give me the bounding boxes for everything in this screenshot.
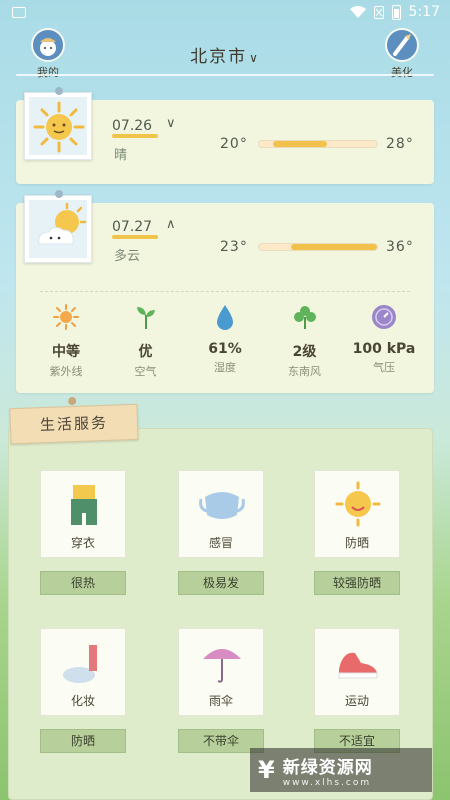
service-tag: 较强防晒 — [314, 571, 400, 595]
beautify-button[interactable]: 美化 — [372, 28, 432, 80]
service-name: 雨伞 — [208, 694, 233, 708]
clock: 5:17 — [408, 4, 440, 20]
divider — [40, 291, 410, 292]
service-tag: 很热 — [40, 571, 126, 595]
cloudy-icon — [38, 202, 87, 245]
sun-face-icon — [335, 481, 381, 527]
forecast-card-day1[interactable]: 07.26 ∨ 晴 20° 28° — [16, 87, 434, 184]
chevron-down-icon[interactable]: ∨ — [166, 116, 176, 131]
weather-condition: 晴 — [114, 148, 128, 163]
metric-wind: 2级 东南风 — [267, 303, 343, 379]
status-bar: 5:17 — [0, 0, 450, 26]
metric-label: 气压 — [373, 361, 395, 374]
service-umbrella[interactable]: 雨伞 不带伞 — [178, 628, 264, 753]
watermark-url: www.xlhs.com — [282, 777, 372, 788]
metric-air: 优 空气 — [108, 303, 184, 379]
water-drop-icon — [217, 305, 233, 330]
metric-pressure: 100 kPa 气压 — [346, 303, 422, 379]
metric-uv: 中等 紫外线 — [28, 303, 104, 379]
service-sport[interactable]: 运动 不适宜 — [314, 628, 400, 753]
service-name: 穿衣 — [70, 536, 95, 550]
makeup-icon — [63, 645, 97, 683]
system-icons: 5:17 — [349, 4, 440, 20]
service-makeup[interactable]: 化妆 防晒 — [40, 628, 126, 753]
image-notification-icon — [12, 7, 26, 18]
paintbrush-icon — [385, 28, 419, 62]
metric-value: 61% — [208, 341, 242, 357]
forecast-date: 07.27 ∧ — [112, 217, 176, 239]
metric-label: 湿度 — [214, 361, 236, 374]
metrics-row: 中等 紫外线 优 空气 61% 湿度 2级 东南风 100 kPa 气压 — [28, 303, 422, 379]
clover-icon — [293, 306, 316, 329]
service-clothes[interactable]: 穿衣 很热 — [40, 470, 126, 595]
watermark: ¥ 新绿资源网 www.xlhs.com — [250, 748, 432, 792]
service-tag: 极易发 — [178, 571, 264, 595]
service-name: 化妆 — [70, 694, 95, 708]
watermark-logo-icon: ¥ — [258, 756, 275, 784]
service-sunscreen[interactable]: 防晒 较强防晒 — [314, 470, 400, 595]
temp-high: 36° — [386, 239, 414, 255]
temp-high: 28° — [386, 136, 414, 152]
weather-thumbnail — [24, 190, 92, 263]
chevron-up-icon[interactable]: ∧ — [166, 217, 176, 232]
metric-label: 东南风 — [288, 365, 321, 378]
beautify-label: 美化 — [391, 66, 413, 79]
metric-label: 紫外线 — [49, 365, 83, 378]
metric-value: 优 — [138, 344, 153, 360]
no-sim-icon — [373, 5, 384, 19]
mask-icon — [199, 492, 245, 519]
metric-value: 2级 — [292, 344, 317, 360]
temp-range-fill — [273, 141, 328, 147]
header-divider — [16, 74, 434, 76]
battery-icon — [391, 4, 401, 20]
pin-icon — [55, 87, 63, 95]
pressure-icon — [372, 305, 396, 329]
metric-label: 空气 — [134, 365, 157, 378]
service-cold[interactable]: 感冒 极易发 — [178, 470, 264, 595]
temp-low: 23° — [220, 239, 248, 255]
service-name: 防晒 — [344, 536, 369, 550]
service-name: 运动 — [344, 694, 369, 708]
weather-thumbnail — [24, 87, 92, 160]
watermark-title: 新绿资源网 — [282, 757, 373, 778]
header: 我的 北京市 ∨ 美化 — [0, 26, 450, 86]
temp-range-bar — [258, 243, 378, 251]
service-tag: 防晒 — [40, 729, 126, 753]
wifi-icon — [349, 6, 366, 18]
service-name: 感冒 — [208, 536, 233, 550]
life-service-title: 生活服务 — [9, 403, 139, 445]
clothes-icon — [71, 485, 97, 525]
sprout-icon — [136, 307, 155, 329]
city-name: 北京市 — [190, 47, 248, 67]
metric-value: 100 kPa — [352, 341, 416, 357]
forecast-card-day2[interactable]: 07.27 ∧ 多云 23° 36° 中等 紫外线 优 空气 61% 湿度 2级… — [16, 190, 434, 393]
temp-low: 20° — [220, 136, 248, 152]
sun-icon — [53, 304, 79, 330]
sunny-icon — [33, 101, 85, 153]
metric-value: 中等 — [52, 344, 80, 360]
pin-icon — [55, 190, 63, 198]
weather-condition: 多云 — [114, 249, 141, 264]
metric-humidity: 61% 湿度 — [187, 303, 263, 379]
chevron-down-icon: ∨ — [249, 51, 260, 65]
temp-range-bar — [258, 140, 378, 148]
forecast-date: 07.26 ∨ — [112, 116, 176, 138]
temp-range-fill — [290, 244, 377, 250]
sneaker-icon — [338, 652, 378, 679]
umbrella-icon — [203, 649, 241, 683]
